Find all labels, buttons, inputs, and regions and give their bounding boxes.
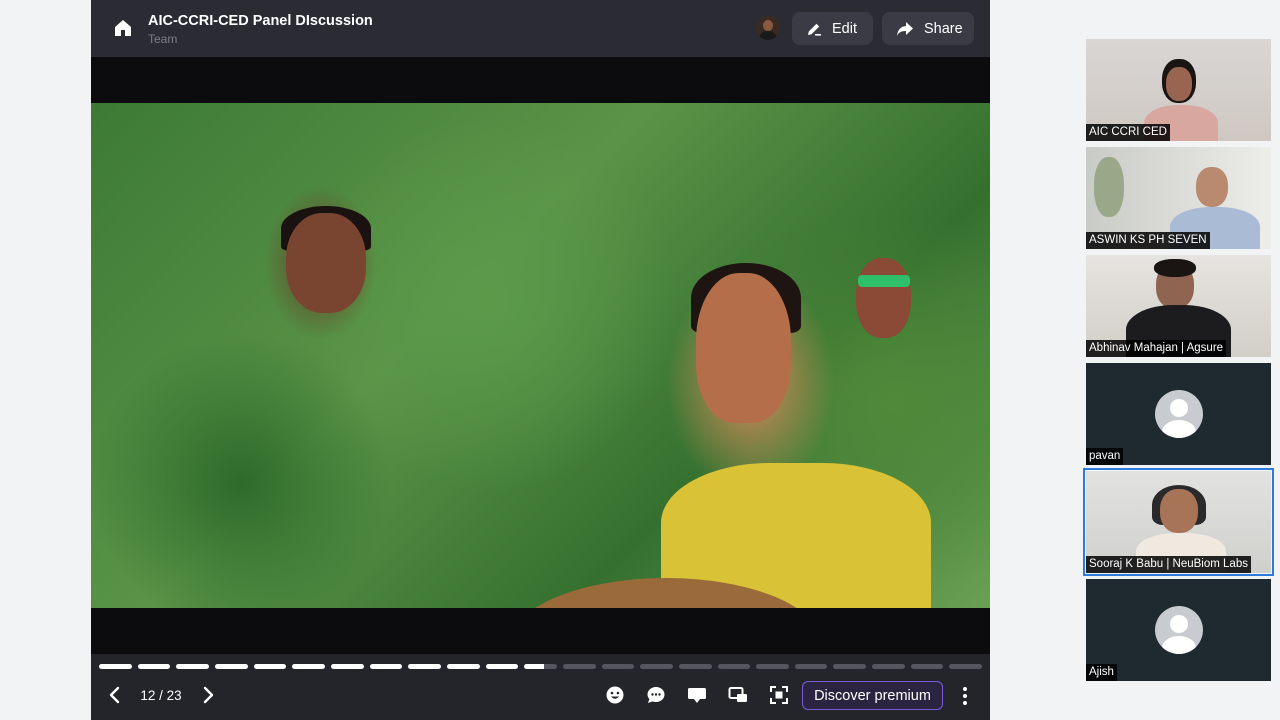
presentation-title: AIC-CCRI-CED Panel DIscussion [148, 13, 373, 29]
progress-segment[interactable] [408, 664, 441, 669]
participant-tile-active[interactable]: Sooraj K Babu | NeuBiom Labs [1083, 468, 1274, 576]
progress-segment[interactable] [794, 664, 828, 669]
progress-segment[interactable] [756, 664, 789, 669]
pencil-icon [808, 23, 821, 36]
participant-tile[interactable]: Ajish [1086, 579, 1271, 681]
progress-segment[interactable] [369, 664, 403, 669]
progress-segment[interactable] [137, 664, 171, 669]
progress-segment[interactable] [601, 664, 635, 669]
share-label: Share [924, 20, 963, 37]
progress-segment[interactable] [330, 664, 364, 669]
home-icon[interactable] [111, 16, 135, 40]
present-screen-icon[interactable] [686, 684, 708, 706]
progress-segment[interactable] [446, 664, 480, 669]
more-options-icon[interactable] [957, 685, 973, 707]
share-arrow-icon [897, 21, 913, 36]
participant-name: AIC CCRI CED [1086, 124, 1170, 141]
participant-name: pavan [1086, 448, 1124, 465]
page-indicator: 12 / 23 [140, 688, 182, 703]
emoji-reaction-icon[interactable] [604, 684, 626, 706]
presentation-controls: 12 / 23 Discover premium [91, 672, 990, 720]
chevron-left-icon[interactable] [107, 686, 123, 704]
fullscreen-icon[interactable] [768, 684, 790, 706]
progress-segment[interactable] [872, 664, 905, 669]
progress-segment[interactable] [949, 664, 983, 669]
slide-progress-bar[interactable] [99, 664, 983, 669]
share-button[interactable]: Share [882, 12, 974, 45]
progress-segment[interactable] [485, 664, 519, 669]
discover-premium-button[interactable]: Discover premium [802, 681, 943, 710]
participant-name: ASWIN KS PH SEVEN [1086, 232, 1210, 249]
chevron-right-icon[interactable] [200, 686, 216, 704]
progress-segment[interactable] [524, 664, 557, 669]
avatar-placeholder-icon [1155, 606, 1203, 654]
participant-tile[interactable]: AIC CCRI CED [1086, 39, 1271, 141]
progress-segment[interactable] [640, 664, 673, 669]
participant-name: Abhinav Mahajan | Agsure [1086, 340, 1227, 357]
presentation-header: AIC-CCRI-CED Panel DIscussion Team Edit … [91, 0, 990, 57]
progress-segment[interactable] [176, 664, 209, 669]
edit-label: Edit [832, 20, 857, 37]
progress-segment[interactable] [214, 664, 248, 669]
avatar[interactable] [756, 16, 780, 40]
avatar-placeholder-icon [1155, 390, 1203, 438]
participant-name: Sooraj K Babu | NeuBiom Labs [1086, 556, 1251, 573]
progress-segment[interactable] [833, 664, 867, 669]
presentation-panel: AIC-CCRI-CED Panel DIscussion Team Edit … [91, 0, 990, 720]
participant-tile[interactable]: ASWIN KS PH SEVEN [1086, 147, 1271, 249]
slide-image [91, 103, 990, 608]
picture-in-picture-icon[interactable] [727, 684, 749, 706]
title-block: AIC-CCRI-CED Panel DIscussion Team [148, 13, 373, 47]
participant-tile[interactable]: pavan [1086, 363, 1271, 465]
participant-tile[interactable]: Abhinav Mahajan | Agsure [1086, 255, 1271, 357]
progress-segment[interactable] [717, 664, 751, 669]
slide-viewport [91, 57, 990, 654]
progress-segment[interactable] [910, 664, 944, 669]
progress-segment[interactable] [253, 664, 287, 669]
edit-button[interactable]: Edit [792, 12, 873, 45]
progress-segment[interactable] [678, 664, 712, 669]
presentation-subtitle: Team [148, 32, 178, 46]
progress-segment[interactable] [99, 664, 132, 669]
comment-icon[interactable] [645, 684, 667, 706]
progress-segment[interactable] [292, 664, 325, 669]
progress-segment[interactable] [562, 664, 596, 669]
participant-name: Ajish [1086, 664, 1117, 681]
